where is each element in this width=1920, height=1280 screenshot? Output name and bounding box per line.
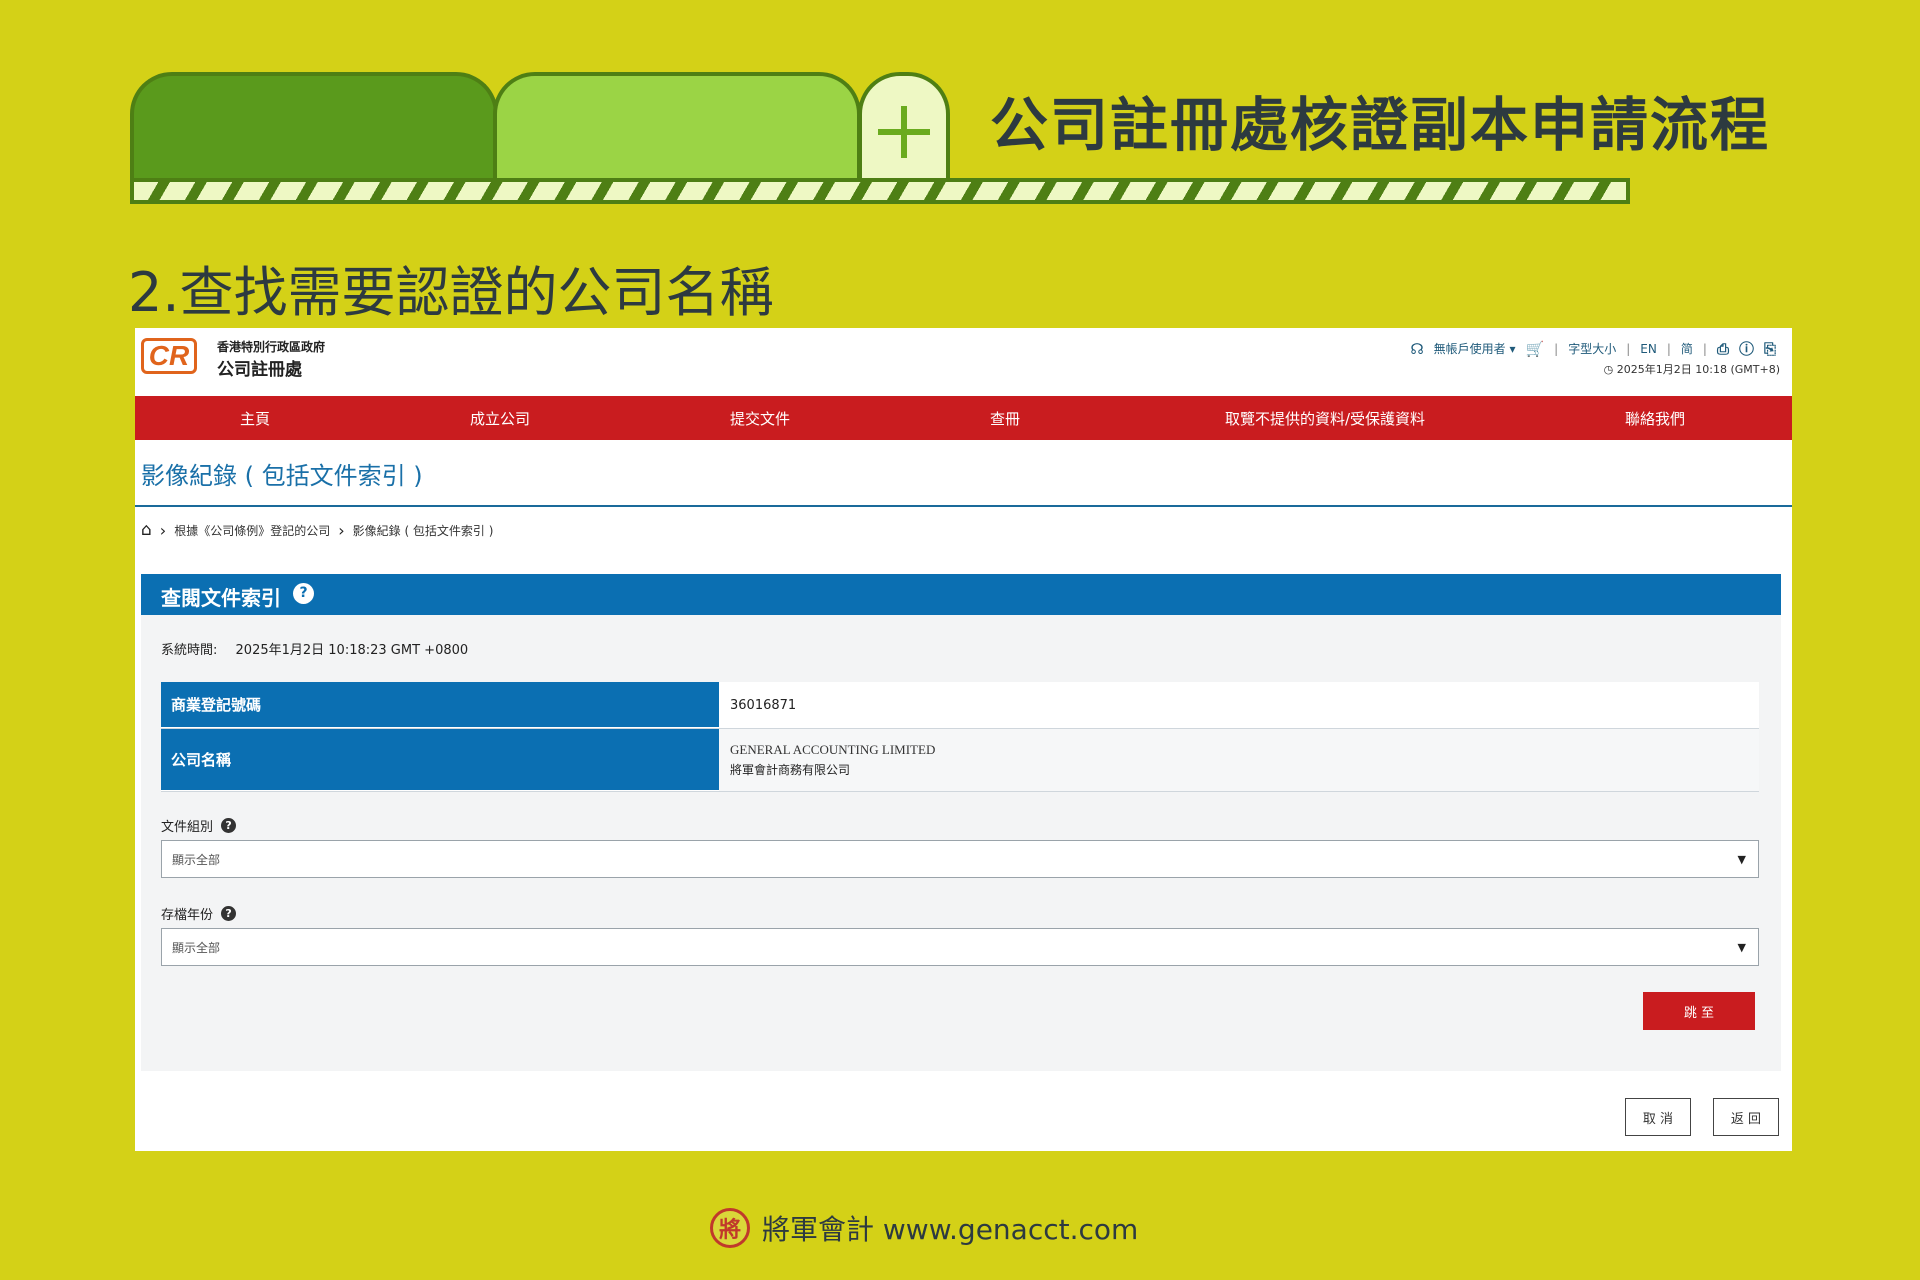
- decor-stripe-bar: [130, 178, 1630, 204]
- nav-item-submit[interactable]: 提交文件: [625, 408, 895, 429]
- nav-item-home[interactable]: 主頁: [135, 408, 375, 429]
- chevron-down-icon: ▼: [1737, 941, 1746, 954]
- system-time-label: 系統時間:: [161, 643, 218, 658]
- year-label: 存檔年份 ?: [161, 904, 237, 923]
- company-name-value: GENERAL ACCOUNTING LIMITED 將軍會計商務有限公司: [719, 729, 1759, 791]
- print-icon[interactable]: ⎙: [1717, 340, 1729, 358]
- footer-text: 將軍會計 www.genacct.com: [762, 1213, 1139, 1246]
- divider: |: [1702, 341, 1707, 356]
- clock-display: ◷ 2025年1月2日 10:18 (GMT+8): [1604, 361, 1780, 377]
- cr-logo[interactable]: CR: [141, 338, 197, 374]
- breadcrumb-item[interactable]: 根據《公司條例》登記的公司: [174, 522, 330, 539]
- system-time-value: 2025年1月2日 10:18:23 GMT +0800: [235, 643, 469, 658]
- clock-icon: ◷: [1603, 363, 1617, 376]
- help-icon[interactable]: ?: [221, 818, 237, 833]
- divider: |: [1626, 341, 1631, 356]
- site-header: CR 香港特別行政區政府 公司註冊處 ☊ 無帳戶使用者 ▾ 🛒 | 字型大小 |…: [135, 328, 1792, 396]
- clock-text: 2025年1月2日 10:18 (GMT+8): [1616, 363, 1780, 376]
- system-time: 系統時間: 2025年1月2日 10:18:23 GMT +0800: [161, 639, 482, 658]
- section-title: 查閱文件索引: [161, 586, 281, 610]
- share-icon[interactable]: ⎘: [1764, 340, 1776, 358]
- user-menu[interactable]: 無帳戶使用者 ▾: [1434, 340, 1516, 357]
- doc-group-select[interactable]: 顯示全部 ▼: [161, 840, 1759, 878]
- font-size-link[interactable]: 字型大小: [1568, 340, 1616, 357]
- nav-item-incorporate[interactable]: 成立公司: [375, 408, 625, 429]
- year-selected: 顯示全部: [172, 940, 221, 955]
- divider: |: [1554, 341, 1559, 356]
- chevron-down-icon: ▼: [1737, 853, 1746, 866]
- brn-number: 36016871: [730, 697, 797, 713]
- heading-divider: [135, 505, 1792, 507]
- page-heading: 影像紀錄 ( 包括文件索引 ): [141, 462, 423, 490]
- doc-group-selected: 顯示全部: [172, 852, 221, 867]
- brn-value: 36016871: [719, 682, 1759, 728]
- company-seal-logo: 將: [710, 1208, 750, 1248]
- nav-item-search[interactable]: 查冊: [895, 408, 1115, 429]
- year-select[interactable]: 顯示全部 ▼: [161, 928, 1759, 966]
- help-icon[interactable]: ?: [221, 906, 237, 921]
- website-screenshot: CR 香港特別行政區政府 公司註冊處 ☊ 無帳戶使用者 ▾ 🛒 | 字型大小 |…: [135, 328, 1792, 1151]
- section-header: 查閱文件索引 ?: [141, 574, 1781, 615]
- lang-sc-link[interactable]: 简: [1681, 340, 1693, 357]
- go-button[interactable]: 跳 至: [1643, 992, 1755, 1030]
- slide-footer: 將 將軍會計 www.genacct.com: [710, 1208, 1138, 1248]
- year-label-text: 存檔年份: [161, 908, 214, 923]
- back-button[interactable]: 返 回: [1713, 1098, 1779, 1136]
- breadcrumb: ⌂ › 根據《公司條例》登記的公司 › 影像紀錄 ( 包括文件索引 ): [141, 520, 493, 540]
- main-nav: 主頁 成立公司 提交文件 查冊 取覽不提供的資料/受保護資料 聯絡我們: [135, 396, 1792, 440]
- lang-en-link[interactable]: EN: [1640, 342, 1657, 356]
- chevron-right-icon: ›: [338, 520, 345, 540]
- slide-title: 公司註冊處核證副本申請流程: [990, 91, 1771, 159]
- step-title: 2.查找需要認證的公司名稱: [128, 261, 774, 324]
- decor-tab-plus: [858, 72, 950, 188]
- utility-bar: ☊ 無帳戶使用者 ▾ 🛒 | 字型大小 | EN | 简 | ⎙ ⓘ ⎘: [1410, 338, 1776, 359]
- nav-item-protected[interactable]: 取覽不提供的資料/受保護資料: [1115, 408, 1535, 429]
- doc-group-label: 文件組別 ?: [161, 816, 237, 835]
- table-row: 商業登記號碼 36016871: [161, 682, 1759, 729]
- decor-tab-dark: [130, 72, 498, 188]
- company-name-label: 公司名稱: [161, 729, 719, 791]
- nav-item-contact[interactable]: 聯絡我們: [1535, 408, 1775, 429]
- divider: |: [1666, 341, 1671, 356]
- org-subtitle: 香港特別行政區政府: [217, 340, 326, 354]
- help-icon[interactable]: ?: [293, 583, 314, 604]
- brn-label: 商業登記號碼: [161, 682, 719, 728]
- home-icon[interactable]: ⌂: [141, 520, 152, 540]
- table-row: 公司名稱 GENERAL ACCOUNTING LIMITED 將軍會計商務有限…: [161, 729, 1759, 792]
- chevron-right-icon: ›: [159, 520, 167, 540]
- plus-icon-vertical: [901, 106, 907, 158]
- headset-icon: ☊: [1410, 339, 1424, 358]
- company-name-en: GENERAL ACCOUNTING LIMITED: [730, 742, 936, 757]
- company-name-zh: 將軍會計商務有限公司: [730, 763, 851, 777]
- company-info-table: 商業登記號碼 36016871 公司名稱 GENERAL ACCOUNTING …: [161, 682, 1759, 792]
- cancel-button[interactable]: 取 消: [1625, 1098, 1691, 1136]
- org-name: 公司註冊處: [217, 360, 302, 380]
- document-index-section: 查閱文件索引 ? 系統時間: 2025年1月2日 10:18:23 GMT +0…: [141, 574, 1781, 1071]
- doc-group-label-text: 文件組別: [161, 820, 214, 835]
- decor-tab-light: [493, 72, 861, 188]
- breadcrumb-item: 影像紀錄 ( 包括文件索引 ): [352, 523, 494, 538]
- cart-icon[interactable]: 🛒: [1525, 340, 1544, 358]
- help-icon[interactable]: ⓘ: [1739, 338, 1754, 359]
